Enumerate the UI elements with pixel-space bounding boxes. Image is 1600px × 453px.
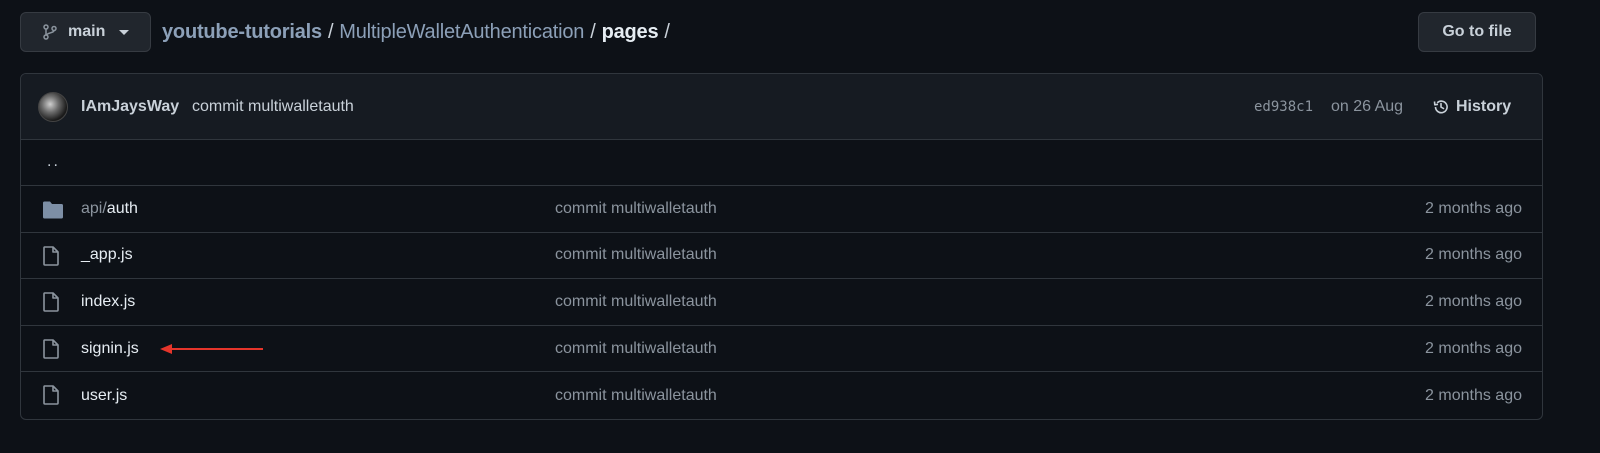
- file-browser: IAmJaysWay commit multiwalletauth ed938c…: [20, 73, 1543, 420]
- breadcrumb-separator: /: [590, 20, 596, 43]
- file-name-link[interactable]: api/auth: [81, 200, 138, 218]
- branch-selector-button[interactable]: main: [20, 12, 151, 52]
- file-icon: [42, 245, 60, 271]
- file-row[interactable]: _app.js commit multiwalletauth 2 months ag…: [21, 233, 1542, 280]
- file-commit-message-link[interactable]: commit multiwalletauth: [555, 387, 717, 405]
- file-row[interactable]: user.js commit multiwalletauth 2 months ag…: [21, 372, 1542, 419]
- file-row[interactable]: index.js commit multiwalletauth 2 months a…: [21, 279, 1542, 326]
- avatar[interactable]: [38, 92, 68, 122]
- file-name: user.js: [81, 386, 128, 404]
- commit-message-link[interactable]: commit multiwalletauth: [192, 98, 354, 116]
- breadcrumb-dir-link[interactable]: MultipleWalletAuthentication: [339, 21, 584, 44]
- history-label: History: [1456, 97, 1512, 115]
- file-name: signin.js: [81, 339, 139, 357]
- chevron-down-icon: [119, 29, 130, 35]
- breadcrumb-separator: /: [327, 20, 334, 43]
- file-commit-message-link[interactable]: commit multiwalletauth: [555, 246, 717, 264]
- file-age: 2 months ago: [1425, 386, 1522, 404]
- repo-toolbar: main youtube-tutorials / MultipleWalletA…: [20, 12, 1536, 52]
- file-commit-message-link[interactable]: commit multiwalletauth: [555, 293, 717, 311]
- folder-icon: [42, 200, 64, 225]
- file-icon: [42, 385, 60, 410]
- parent-directory-row[interactable]: ..: [21, 140, 1542, 186]
- file-icon: [42, 292, 60, 317]
- file-name: _app.js: [81, 246, 133, 264]
- breadcrumb-current: pages: [601, 20, 659, 43]
- file-commit-message-link[interactable]: commit multiwalletauth: [555, 200, 717, 218]
- file-list: api/auth commit multiwalletauth 2 months a…: [21, 186, 1542, 419]
- history-button[interactable]: History: [1432, 98, 1511, 116]
- breadcrumb-repo-link[interactable]: youtube-tutorials: [162, 21, 322, 44]
- file-age: 2 months ago: [1425, 292, 1522, 310]
- history-icon: [1433, 99, 1448, 113]
- file-row[interactable]: signin.js commit multiwalletauth 2 months …: [21, 326, 1542, 373]
- file-name-link[interactable]: _app.js: [81, 246, 133, 264]
- file-row[interactable]: api/auth commit multiwalletauth 2 months a…: [21, 186, 1542, 233]
- breadcrumb-separator: /: [664, 20, 670, 43]
- file-name-link[interactable]: index.js: [81, 293, 135, 311]
- latest-commit-bar: IAmJaysWay commit multiwalletauth ed938c…: [21, 74, 1542, 140]
- file-commit-message-link[interactable]: commit multiwalletauth: [555, 340, 717, 358]
- file-age: 2 months ago: [1425, 339, 1522, 357]
- commit-author-link[interactable]: IAmJaysWay: [81, 98, 179, 116]
- file-name: auth: [106, 199, 138, 217]
- annotation-arrow-icon: [159, 326, 265, 372]
- git-branch-icon: [43, 24, 57, 40]
- file-name-link[interactable]: user.js: [81, 387, 127, 405]
- commit-date: on 26 Aug: [1331, 97, 1404, 115]
- file-path-prefix: api/: [81, 199, 107, 217]
- branch-label: main: [68, 23, 106, 40]
- parent-directory-link[interactable]: ..: [47, 153, 60, 171]
- file-name-link[interactable]: signin.js: [81, 340, 139, 358]
- file-icon: [42, 338, 60, 364]
- breadcrumb: youtube-tutorials / MultipleWalletAuthen…: [162, 12, 676, 52]
- commit-hash-link[interactable]: ed938c1: [1254, 99, 1313, 115]
- file-age: 2 months ago: [1425, 246, 1522, 264]
- go-to-file-button[interactable]: Go to file: [1418, 12, 1536, 52]
- file-age: 2 months ago: [1425, 199, 1522, 217]
- file-name: index.js: [81, 292, 136, 310]
